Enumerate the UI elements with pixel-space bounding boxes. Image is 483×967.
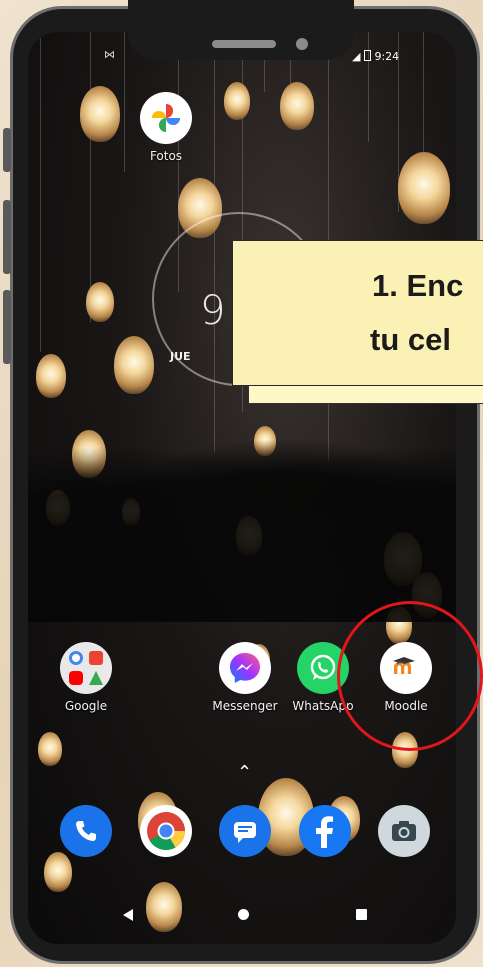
- phone-volume-up-button: [3, 200, 11, 274]
- clock-time: 9: [200, 288, 226, 334]
- gmail-notification-icon: ⋈: [104, 48, 115, 61]
- google-folder-icon: [60, 642, 112, 694]
- messenger-icon: [219, 642, 271, 694]
- moodle-highlight-circle: [337, 601, 483, 751]
- phone-side-button: [3, 128, 11, 172]
- instruction-callout: [232, 240, 483, 386]
- front-camera: [296, 38, 308, 50]
- chrome-icon[interactable]: [140, 805, 192, 857]
- signal-icon: ◢: [352, 50, 361, 63]
- recents-icon[interactable]: [356, 909, 367, 920]
- app-fotos[interactable]: Fotos: [124, 92, 208, 163]
- phone-icon[interactable]: [60, 805, 112, 857]
- chevron-up-icon[interactable]: ⌃: [237, 762, 252, 783]
- app-label-fotos: Fotos: [149, 149, 183, 163]
- back-icon[interactable]: [122, 907, 134, 926]
- app-label-google: Google: [64, 699, 108, 713]
- status-bar-right: ◢ 9:24: [352, 50, 399, 63]
- callout-line-2: tu cel: [370, 322, 451, 357]
- app-messenger[interactable]: Messenger: [203, 642, 287, 713]
- facebook-icon[interactable]: [299, 805, 351, 857]
- google-photos-icon: [140, 92, 192, 144]
- phone-speaker: [212, 40, 276, 48]
- home-icon[interactable]: [238, 909, 249, 920]
- phone-notch: [128, 0, 354, 60]
- status-time: 9:24: [374, 50, 400, 63]
- clock-date: JUE: [170, 350, 191, 363]
- phone-volume-down-button: [3, 290, 11, 364]
- app-google-folder[interactable]: Google: [44, 642, 128, 713]
- callout-line-1: 1. Enc: [372, 268, 464, 303]
- battery-icon: [363, 50, 371, 61]
- messages-icon[interactable]: [219, 805, 271, 857]
- status-bar-left: ⋈: [104, 48, 115, 61]
- app-label-messenger: Messenger: [212, 699, 278, 713]
- camera-icon[interactable]: [378, 805, 430, 857]
